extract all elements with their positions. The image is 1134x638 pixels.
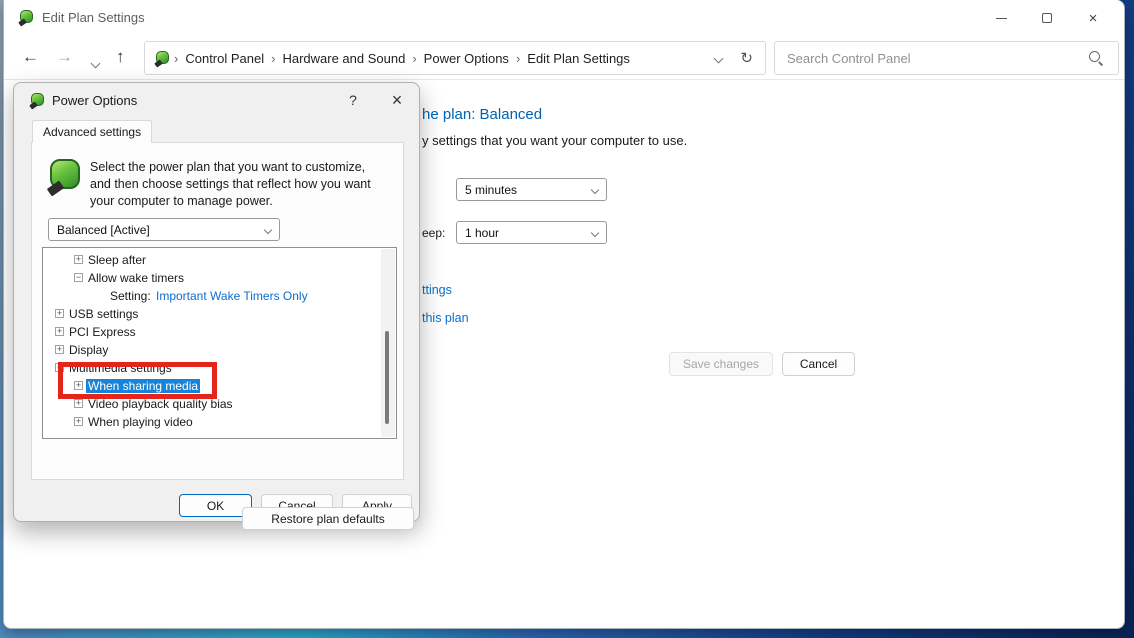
address-dropdown-button[interactable] [715,49,722,67]
power-plan-value: Balanced [Active] [57,223,150,237]
save-changes-button[interactable]: Save changes [669,352,773,376]
setting-key: Setting: [110,289,151,303]
breadcrumb-separator-icon: › [171,51,181,66]
tree-item-label: USB settings [69,307,138,321]
power-plan-select[interactable]: Balanced [Active] [48,218,280,241]
tree-item-label: When playing video [88,415,193,429]
breadcrumb-power-icon [155,50,171,66]
dialog-title: Power Options [52,93,137,108]
expand-icon[interactable]: + [55,327,64,336]
desktop-background: Edit Plan Settings × ← → ↑ › Control Pan… [0,0,1134,638]
close-icon: × [1089,10,1098,27]
up-button[interactable]: ↑ [116,46,125,68]
recent-pages-dropdown[interactable] [92,51,99,73]
expand-icon[interactable]: + [55,345,64,354]
forward-button[interactable]: → [56,46,73,68]
display-timeout-value: 5 minutes [465,183,517,197]
advanced-power-settings-link[interactable]: ttings [422,283,452,297]
breadcrumb-edit-plan-settings[interactable]: Edit Plan Settings [523,51,634,66]
power-plan-icon [48,157,84,193]
search-icon[interactable] [1088,50,1104,66]
collapse-icon[interactable]: − [74,273,83,282]
sleep-timeout-value: 1 hour [465,226,499,240]
expand-icon[interactable]: + [74,417,83,426]
delete-plan-link[interactable]: this plan [422,311,469,325]
sleep-label: eep: [422,226,445,240]
tree-item-sleep-after[interactable]: + Sleep after [43,251,379,269]
tree-scrollbar-track[interactable] [381,249,395,437]
tree-item-allow-wake-timers[interactable]: − Allow wake timers [43,269,379,287]
breadcrumb-hardware-and-sound[interactable]: Hardware and Sound [278,51,409,66]
refresh-button[interactable]: ↻ [740,49,753,67]
breadcrumb-separator-icon: › [268,51,278,66]
chevron-down-icon [714,54,724,64]
expand-icon[interactable]: + [74,399,83,408]
advanced-settings-tree: + Sleep after − Allow wake timers Settin… [42,247,397,439]
navigation-toolbar: ← → ↑ › Control Panel › Hardware and Sou… [4,36,1124,80]
window-title: Edit Plan Settings [42,10,145,25]
tree-item-display[interactable]: + Display [43,341,379,359]
page-cancel-button[interactable]: Cancel [782,352,855,376]
dialog-intro-text: Select the power plan that you want to c… [90,159,386,210]
tree-item-label: PCI Express [69,325,136,339]
chevron-down-icon [91,59,101,69]
sleep-timeout-select[interactable]: 1 hour [456,221,607,244]
tree-item-pci-express[interactable]: + PCI Express [43,323,379,341]
tree-item-label: Allow wake timers [88,271,184,285]
back-button[interactable]: ← [22,46,39,68]
chevron-down-icon [591,185,599,193]
page-title: he plan: Balanced [422,106,542,123]
tree-item-label: Display [69,343,108,357]
tree-item-when-playing-video[interactable]: + When playing video [43,413,379,431]
chevron-down-icon [591,228,599,236]
minimize-button[interactable] [978,0,1024,36]
breadcrumb-control-panel[interactable]: Control Panel [181,51,268,66]
setting-value-link[interactable]: Important Wake Timers Only [156,289,308,303]
help-button[interactable]: ? [343,92,363,108]
address-bar[interactable]: › Control Panel › Hardware and Sound › P… [144,41,766,75]
display-timeout-select[interactable]: 5 minutes [456,178,607,201]
expand-icon[interactable]: + [74,255,83,264]
window-controls: × [978,0,1116,36]
dialog-close-button[interactable]: × [385,90,409,111]
tab-advanced-settings[interactable]: Advanced settings [32,120,152,143]
minimize-icon [996,18,1007,19]
maximize-icon [1042,13,1052,23]
tree-item-label: Sleep after [88,253,146,267]
power-options-icon [30,92,46,108]
tree-item-wake-timers-setting[interactable]: Setting: Important Wake Timers Only [43,287,379,305]
annotation-highlight-box [58,362,217,399]
maximize-button[interactable] [1024,0,1070,36]
expand-icon[interactable]: + [55,309,64,318]
breadcrumb-power-options[interactable]: Power Options [420,51,513,66]
window-titlebar: Edit Plan Settings × [4,0,1124,36]
tree-item-label: Video playback quality bias [88,397,233,411]
breadcrumb-separator-icon: › [409,51,419,66]
dialog-titlebar: Power Options ? × [14,83,419,119]
advanced-settings-panel: Select the power plan that you want to c… [31,142,404,480]
tree-scrollbar-thumb[interactable] [385,331,389,424]
restore-plan-defaults-button[interactable]: Restore plan defaults [242,507,414,530]
page-description: y settings that you want your computer t… [422,133,687,148]
power-options-dialog: Power Options ? × Advanced settings Sele… [13,82,420,522]
breadcrumb-separator-icon: › [513,51,523,66]
close-button[interactable]: × [1070,0,1116,36]
chevron-down-icon [264,225,272,233]
search-box [774,41,1119,75]
tree-item-usb-settings[interactable]: + USB settings [43,305,379,323]
search-input[interactable] [775,51,1088,66]
power-options-icon [19,9,35,25]
